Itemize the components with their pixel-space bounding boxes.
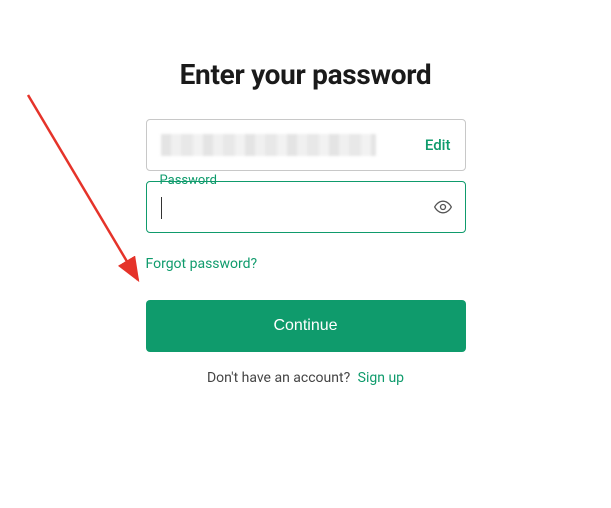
text-cursor: [161, 197, 162, 219]
password-input[interactable]: [161, 199, 421, 216]
signup-prompt: Don't have an account?: [207, 370, 350, 386]
eye-icon[interactable]: [433, 197, 453, 217]
signup-prompt-row: Don't have an account? Sign up: [146, 370, 466, 386]
edit-email-link[interactable]: Edit: [425, 136, 451, 154]
continue-button[interactable]: Continue: [146, 300, 466, 352]
password-field-wrap: Password: [146, 181, 466, 233]
password-field: [146, 181, 466, 233]
email-redacted: [161, 134, 376, 156]
login-form: Enter your password Edit Password Forgot…: [146, 0, 466, 386]
signup-link[interactable]: Sign up: [358, 370, 404, 386]
forgot-password-link[interactable]: Forgot password?: [146, 256, 258, 272]
page-title: Enter your password: [146, 58, 466, 91]
email-display-box: Edit: [146, 119, 466, 171]
